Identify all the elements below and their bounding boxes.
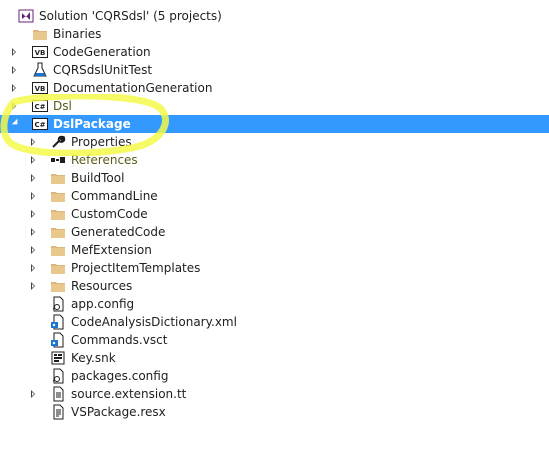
expand-arrow-icon[interactable]	[12, 84, 16, 92]
tree-item[interactable]: CodeAnalysisDictionary.xml	[0, 313, 549, 331]
expand-arrow-icon[interactable]	[31, 390, 35, 398]
expand-arrow-icon[interactable]	[31, 156, 35, 164]
config-file-icon	[50, 368, 66, 384]
expand-arrow-icon[interactable]	[31, 192, 35, 200]
tree-item-label: BuildTool	[71, 171, 125, 185]
folder-icon	[50, 278, 66, 294]
references-icon	[50, 152, 66, 168]
test-flask-icon	[32, 62, 48, 78]
tree-item[interactable]: CustomCode	[0, 205, 549, 223]
svg-text:C#: C#	[34, 121, 45, 129]
tree-item[interactable]: VB DocumentationGeneration	[0, 79, 549, 97]
expand-arrow-icon[interactable]	[31, 228, 35, 236]
tree-item-label: Dsl	[53, 99, 72, 113]
tree-item[interactable]: References	[0, 151, 549, 169]
tree-item-label: Key.snk	[71, 351, 116, 365]
folder-icon	[50, 224, 66, 240]
xml-file-icon	[50, 332, 66, 348]
tree-item[interactable]: GeneratedCode	[0, 223, 549, 241]
tree-item[interactable]: MefExtension	[0, 241, 549, 259]
key-file-icon	[50, 350, 66, 366]
folder-icon	[50, 260, 66, 276]
tree-item[interactable]: CommandLine	[0, 187, 549, 205]
svg-text:VB: VB	[35, 85, 46, 93]
tree-item-label: Properties	[71, 135, 132, 149]
expand-arrow-icon[interactable]	[31, 282, 35, 290]
xml-file-icon	[50, 314, 66, 330]
tree-item-label: Commands.vsct	[71, 333, 168, 347]
folder-icon	[32, 26, 48, 42]
tree-item-label: CodeGeneration	[53, 45, 151, 59]
tree-item[interactable]: C# DslPackage	[0, 115, 549, 133]
tree-item[interactable]: VB CodeGeneration	[0, 43, 549, 61]
text-template-icon	[50, 386, 66, 402]
expand-arrow-icon[interactable]	[31, 264, 35, 272]
tree-item-label: source.extension.tt	[71, 387, 187, 401]
tree-item[interactable]: C# Dsl	[0, 97, 549, 115]
tree-item[interactable]: app.config	[0, 295, 549, 313]
tree-item-label: MefExtension	[71, 243, 152, 257]
tree-item-label: app.config	[71, 297, 135, 311]
solution-explorer-tree: Solution 'CQRSdsl' (5 projects) Binaries V…	[0, 7, 549, 421]
wrench-icon	[50, 134, 66, 150]
folder-icon	[50, 206, 66, 222]
visual-studio-solution-icon	[18, 8, 34, 24]
tree-item-label: Solution 'CQRSdsl' (5 projects)	[39, 9, 222, 23]
tree-item[interactable]: Key.snk	[0, 349, 549, 367]
tree-item[interactable]: BuildTool	[0, 169, 549, 187]
tree-item-label: ProjectItemTemplates	[71, 261, 201, 275]
expand-arrow-icon[interactable]	[12, 102, 16, 110]
tree-item-label: References	[71, 153, 138, 167]
resx-file-icon	[50, 404, 66, 420]
collapse-arrow-icon[interactable]	[11, 118, 21, 128]
tree-item-label: CQRSdslUnitTest	[53, 63, 153, 77]
csharp-project-icon: C#	[32, 98, 48, 114]
svg-text:C#: C#	[34, 103, 45, 111]
tree-item[interactable]: Resources	[0, 277, 549, 295]
tree-item[interactable]: Binaries	[0, 25, 549, 43]
tree-item[interactable]: Solution 'CQRSdsl' (5 projects)	[0, 7, 549, 25]
tree-item-label: VSPackage.resx	[71, 405, 166, 419]
tree-item-label: DslPackage	[53, 117, 131, 131]
svg-text:VB: VB	[35, 49, 46, 57]
tree-item-label: CodeAnalysisDictionary.xml	[71, 315, 237, 329]
tree-item[interactable]: source.extension.tt	[0, 385, 549, 403]
tree-item[interactable]: packages.config	[0, 367, 549, 385]
expand-arrow-icon[interactable]	[31, 138, 35, 146]
csharp-project-icon: C#	[32, 116, 48, 132]
tree-item[interactable]: Properties	[0, 133, 549, 151]
tree-item-label: DocumentationGeneration	[53, 81, 213, 95]
tree-item[interactable]: Commands.vsct	[0, 331, 549, 349]
tree-item[interactable]: VSPackage.resx	[0, 403, 549, 421]
expand-arrow-icon[interactable]	[12, 66, 16, 74]
tree-item-label: Binaries	[53, 27, 102, 41]
expand-arrow-icon[interactable]	[31, 174, 35, 182]
expand-arrow-icon[interactable]	[31, 210, 35, 218]
expand-arrow-icon[interactable]	[12, 48, 16, 56]
tree-item-label: CommandLine	[71, 189, 158, 203]
tree-item[interactable]: CQRSdslUnitTest	[0, 61, 549, 79]
tree-item-label: Resources	[71, 279, 133, 293]
folder-icon	[50, 188, 66, 204]
vb-project-icon: VB	[32, 44, 48, 60]
tree-item-label: CustomCode	[71, 207, 148, 221]
vb-project-icon: VB	[32, 80, 48, 96]
config-file-icon	[50, 296, 66, 312]
tree-item-label: GeneratedCode	[71, 225, 166, 239]
tree-item-label: packages.config	[71, 369, 169, 383]
folder-icon	[50, 242, 66, 258]
tree-item[interactable]: ProjectItemTemplates	[0, 259, 549, 277]
expand-arrow-icon[interactable]	[31, 246, 35, 254]
folder-icon	[50, 170, 66, 186]
